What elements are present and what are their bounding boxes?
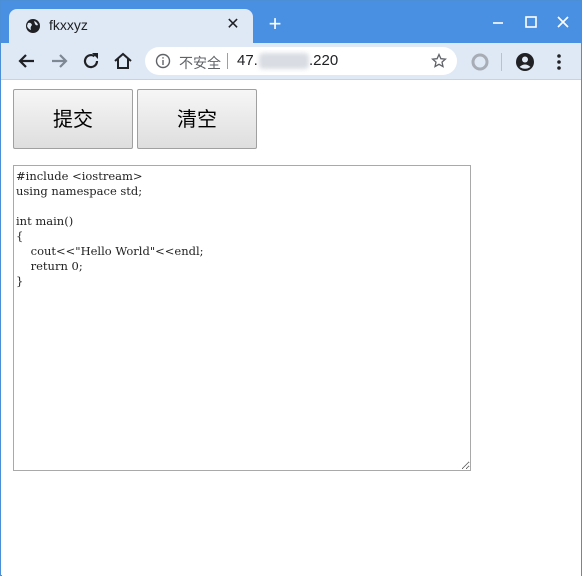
profile-icon[interactable] xyxy=(514,51,536,73)
new-tab-button[interactable]: + xyxy=(263,13,287,37)
tab-close-icon[interactable]: ✕ xyxy=(223,15,243,35)
extension-icon[interactable] xyxy=(471,53,489,71)
maximize-icon[interactable] xyxy=(520,11,542,33)
omnibox-divider xyxy=(227,53,228,69)
toolbar-divider xyxy=(501,53,502,71)
star-icon[interactable] xyxy=(431,52,447,69)
url-redacted-part xyxy=(259,53,309,69)
browser-window: fkxxyz ✕ + 不安全 47. .220 提交 清空 #include <… xyxy=(0,0,582,576)
submit-button[interactable]: 提交 xyxy=(13,89,133,149)
window-close-icon[interactable] xyxy=(552,11,574,33)
url-prefix: 47. xyxy=(237,52,258,69)
url-suffix: .220 xyxy=(309,52,339,69)
home-icon[interactable] xyxy=(111,49,135,73)
address-bar[interactable]: 不安全 47. .220 xyxy=(145,47,457,75)
browser-toolbar: 不安全 47. .220 xyxy=(1,43,581,80)
clear-button[interactable]: 清空 xyxy=(137,89,257,149)
tab-title: fkxxyz xyxy=(49,17,88,33)
tab-strip: fkxxyz ✕ + xyxy=(1,1,581,43)
security-label: 不安全 xyxy=(179,55,221,71)
forward-arrow-icon[interactable] xyxy=(47,49,71,73)
minimize-icon[interactable] xyxy=(487,11,509,33)
browser-tab[interactable]: fkxxyz ✕ xyxy=(9,9,253,43)
kebab-menu-icon[interactable] xyxy=(548,51,570,73)
page-content: 提交 清空 #include <iostream> using namespac… xyxy=(2,81,581,576)
info-icon[interactable] xyxy=(155,53,171,69)
back-arrow-icon[interactable] xyxy=(15,49,39,73)
code-editor-textarea[interactable]: #include <iostream> using namespace std;… xyxy=(13,165,471,471)
reload-icon[interactable] xyxy=(79,49,103,73)
globe-icon xyxy=(25,18,41,34)
